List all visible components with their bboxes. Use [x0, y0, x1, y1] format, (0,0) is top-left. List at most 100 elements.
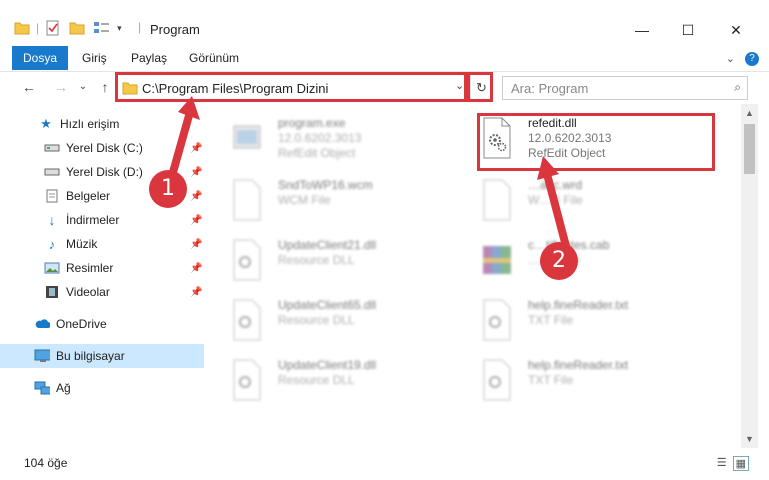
properties-icon[interactable] [45, 20, 61, 36]
file-name: program.exe [278, 116, 346, 130]
file-item[interactable]: SndToWP16.wcm WCM File [210, 170, 460, 226]
pin-icon: 📌 [190, 238, 203, 250]
file-item[interactable]: UpdateClient19.dll Resource DLL [210, 350, 460, 406]
file-name: UpdateClient21.dll [278, 238, 377, 252]
drive-icon [44, 165, 60, 179]
file-type: Resource DLL [278, 253, 355, 267]
sidebar-item-onedrive[interactable]: OneDrive [0, 312, 204, 336]
blank-file-icon [483, 179, 511, 221]
title-bar: | ▾ | Program — ☐ ✕ [0, 0, 769, 44]
search-icon[interactable]: ⌕ [734, 80, 741, 95]
file-name: UpdateClient65.dll [278, 298, 377, 312]
file-type: TXT File [528, 373, 574, 387]
ribbon-controls: ⌄ ? [726, 52, 759, 66]
file-name: SndToWP16.wcm [278, 178, 373, 192]
exe-icon [233, 125, 261, 149]
pin-icon: 📌 [190, 286, 203, 298]
sidebar-item-network[interactable]: Ağ [0, 376, 204, 400]
step-badge-1: 1 [149, 170, 187, 208]
file-item[interactable]: …abc.wrd W…D File [460, 170, 710, 226]
text-gear-icon [483, 299, 511, 341]
sidebar-item-label: Ağ [56, 381, 71, 395]
window-title: Program [150, 22, 200, 37]
downloads-icon: ↓ [48, 212, 56, 228]
drive-icon [44, 141, 60, 155]
file-type: Resource DLL [278, 313, 355, 327]
file-item[interactable]: help.fineReader.txt TXT File [460, 290, 710, 346]
network-icon [34, 381, 50, 395]
file-item[interactable]: c…tificates.cab …Archive [460, 230, 710, 286]
dll-gear-icon [233, 299, 261, 341]
file-name: UpdateClient19.dll [278, 358, 377, 372]
tab-share[interactable]: Paylaş [131, 46, 167, 70]
sidebar-item-music[interactable]: ♪ Müzik 📌 [0, 232, 204, 256]
quick-access-toolbar: | ▾ [14, 20, 122, 36]
tab-home[interactable]: Giriş [82, 46, 107, 70]
sidebar-item-label: Yerel Disk (D:) [66, 165, 143, 179]
cloud-icon [34, 317, 50, 331]
forward-button[interactable]: → [50, 76, 72, 98]
search-box[interactable]: Ara: Program ⌕ [502, 76, 748, 100]
file-type: WCM File [278, 193, 331, 207]
ribbon-tabs: Dosya Giriş Paylaş Görünüm ⌄ ? [0, 44, 769, 72]
refedit-highlight-box [477, 113, 715, 171]
sidebar-item-label: Videolar [66, 285, 110, 299]
sidebar-item-label: Bu bilgisayar [56, 349, 125, 363]
separator: | [36, 21, 40, 35]
file-name: help.fineReader.txt [528, 298, 629, 312]
sidebar-item-label: OneDrive [56, 317, 107, 331]
sidebar-item-label: Müzik [66, 237, 98, 251]
file-version: 12.0.6202.3013 [278, 131, 362, 145]
help-icon[interactable]: ? [745, 52, 759, 66]
step-badge-2: 2 [540, 242, 578, 280]
pin-icon: 📌 [190, 214, 203, 226]
dll-gear-icon [233, 359, 261, 401]
pictures-icon [44, 261, 60, 275]
documents-icon [44, 189, 60, 203]
address-row: ← → ⌄ ↑ C:\Program Files\Program Dizini … [0, 72, 769, 104]
videos-icon [44, 285, 60, 299]
vertical-scrollbar[interactable]: ▲ ▼ [741, 104, 758, 448]
separator: | [138, 20, 142, 34]
file-description: RefEdit Object [278, 146, 356, 160]
scroll-down-icon[interactable]: ▼ [745, 434, 754, 444]
view-switcher: ☰ ▦ [717, 456, 749, 471]
status-bar: 104 öğe ☰ ▦ [0, 450, 769, 480]
sidebar-item-label: Yerel Disk (C:) [66, 141, 143, 155]
minimize-button[interactable]: — [622, 16, 662, 44]
computer-icon [34, 349, 50, 363]
file-item[interactable]: UpdateClient65.dll Resource DLL [210, 290, 460, 346]
expand-ribbon-icon[interactable]: ⌄ [726, 52, 735, 66]
file-item[interactable]: help.fineReader.txt TXT File [460, 350, 710, 406]
refresh-highlight-box [467, 72, 493, 102]
text-gear-icon [483, 359, 511, 401]
tiles-view-icon[interactable]: ▦ [732, 456, 749, 471]
file-item[interactable]: program.exe 12.0.6202.3013 RefEdit Objec… [210, 108, 460, 164]
recent-locations-button[interactable]: ⌄ [72, 76, 94, 98]
close-button[interactable]: ✕ [716, 16, 756, 44]
tab-file[interactable]: Dosya [12, 46, 68, 70]
folder-icon [14, 22, 30, 35]
new-folder-icon[interactable] [69, 21, 85, 35]
customize-dropdown-icon[interactable]: ▾ [117, 23, 122, 34]
back-button[interactable]: ← [18, 76, 40, 98]
blank-file-icon [233, 179, 261, 221]
sidebar-item-this-pc[interactable]: Bu bilgisayar [0, 344, 204, 368]
pin-icon: 📌 [190, 262, 203, 274]
up-button[interactable]: ↑ [94, 76, 116, 98]
file-item[interactable]: UpdateClient21.dll Resource DLL [210, 230, 460, 286]
view-options-icon[interactable] [93, 21, 111, 35]
archive-icon [483, 246, 511, 274]
item-count: 104 öğe [24, 456, 68, 470]
sidebar-item-videos[interactable]: Videolar 📌 [0, 280, 204, 304]
search-input[interactable]: Ara: Program [511, 81, 588, 96]
maximize-button[interactable]: ☐ [668, 16, 708, 44]
scroll-thumb[interactable] [744, 124, 755, 174]
sidebar-item-pictures[interactable]: Resimler 📌 [0, 256, 204, 280]
music-icon: ♪ [48, 236, 56, 252]
sidebar-item-downloads[interactable]: ↓ İndirmeler 📌 [0, 208, 204, 232]
details-view-icon[interactable]: ☰ [717, 456, 727, 471]
tab-view[interactable]: Görünüm [189, 46, 239, 70]
scroll-up-icon[interactable]: ▲ [745, 108, 754, 118]
file-name: help.fineReader.txt [528, 358, 629, 372]
